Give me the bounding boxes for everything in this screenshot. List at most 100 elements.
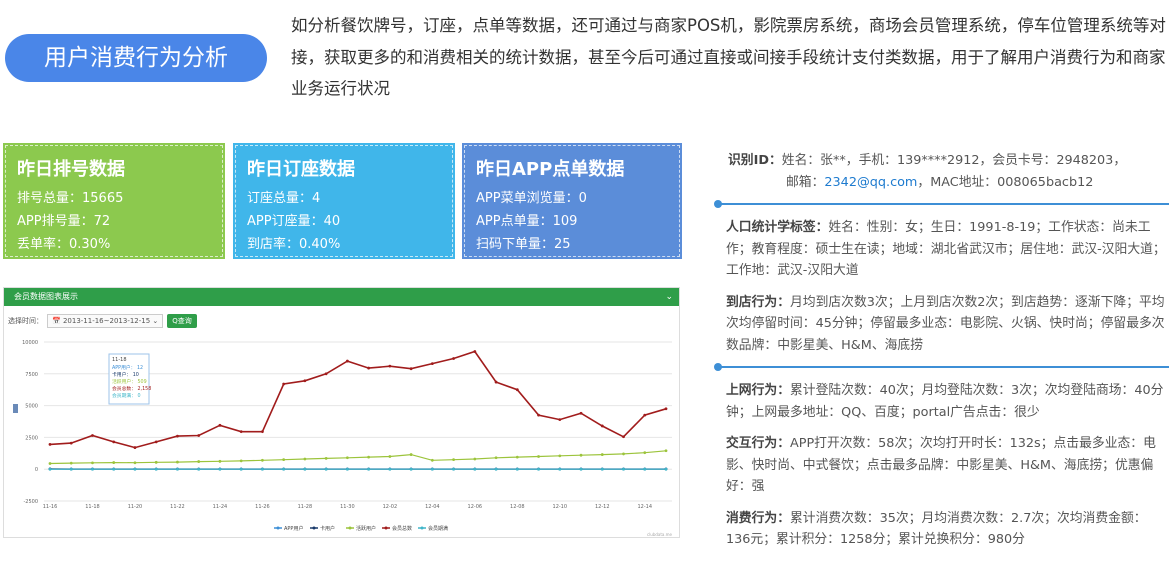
- data-point: [558, 468, 561, 471]
- data-point: [70, 462, 73, 465]
- data-point: [388, 365, 391, 368]
- tooltip-row: APP用户： 12: [112, 364, 143, 371]
- y-tick-label: -2500: [23, 499, 38, 505]
- store-visit-section: 到店行为：月均到店次数3次；上月到店次数2次；到店趋势：逐渐下降；平均次均停留时…: [726, 292, 1166, 357]
- data-point: [240, 430, 243, 433]
- data-point: [155, 468, 158, 471]
- card-title: 昨日APP点单数据: [476, 155, 668, 181]
- data-point: [495, 381, 498, 384]
- card-queue: 昨日排号数据 排号总量：15665 APP排号量：72 丢单率：0.30%: [3, 143, 225, 259]
- x-tick-label: 12-04: [425, 504, 440, 510]
- data-point: [176, 461, 179, 464]
- timeline-divider: [716, 203, 1169, 205]
- date-range-value: 2013-11-16~2013-12-15: [63, 317, 150, 325]
- data-point: [261, 468, 264, 471]
- data-point: [112, 468, 115, 471]
- data-point: [367, 468, 370, 471]
- data-point: [303, 468, 306, 471]
- data-point: [219, 468, 222, 471]
- card-line: 扫码下单量：25: [476, 233, 668, 256]
- id-section: 识别ID：姓名：张**，手机：139****2912，会员卡号：2948203，…: [726, 150, 1166, 193]
- email-link[interactable]: 2342@qq.com: [824, 175, 917, 190]
- data-point: [388, 455, 391, 458]
- data-point: [261, 459, 264, 462]
- data-point: [473, 458, 476, 461]
- section-label: 上网行为：: [726, 383, 790, 398]
- chart-panel: 会员数据图表展示 ⌄ 选择时间： 📅 2013-11-16~2013-12-15…: [3, 287, 680, 538]
- data-point: [91, 434, 94, 437]
- y-tick-label: 2500: [25, 435, 38, 441]
- watermark: clubdata.me: [647, 532, 673, 537]
- data-point: [516, 468, 519, 471]
- y-tick-label: 5000: [25, 404, 38, 410]
- data-point: [431, 459, 434, 462]
- data-point: [346, 456, 349, 459]
- user-profile: 识别ID：姓名：张**，手机：139****2912，会员卡号：2948203，…: [726, 150, 1166, 561]
- card-line: 排号总量：15665: [17, 187, 211, 210]
- x-tick-label: 11-20: [128, 504, 143, 510]
- legend-marker: [349, 527, 352, 530]
- data-point: [452, 468, 455, 471]
- data-point: [49, 443, 52, 446]
- online-section: 上网行为：累计登陆次数：40次；月均登陆次数：3次；次均登陆商场：40分钟；上网…: [726, 380, 1166, 423]
- section-label: 交互行为：: [726, 436, 790, 451]
- data-point: [537, 414, 540, 417]
- data-point: [452, 357, 455, 360]
- x-tick-label: 11-16: [43, 504, 58, 510]
- data-point: [388, 468, 391, 471]
- data-point: [452, 458, 455, 461]
- section-text: 累计登陆次数：40次；月均登陆次数：3次；次均登陆商场：40分钟；上网最多地址：…: [726, 383, 1163, 420]
- data-point: [558, 418, 561, 421]
- data-point: [70, 442, 73, 445]
- data-point: [516, 456, 519, 459]
- data-point: [261, 430, 264, 433]
- data-point: [134, 468, 137, 471]
- data-point: [622, 468, 625, 471]
- data-point: [197, 460, 200, 463]
- data-point: [410, 367, 413, 370]
- data-point: [325, 372, 328, 375]
- card-line: 到店率：0.40%: [247, 233, 441, 256]
- data-point: [410, 468, 413, 471]
- legend-label: 会员期满: [428, 525, 448, 532]
- data-point: [473, 350, 476, 353]
- data-point: [240, 468, 243, 471]
- data-point: [516, 388, 519, 391]
- data-point: [580, 454, 583, 457]
- legend-label: 卡用户: [320, 525, 335, 532]
- data-point: [303, 458, 306, 461]
- card-line: 丢单率：0.30%: [17, 233, 211, 256]
- card-reservation: 昨日订座数据 订座总量：4 APP订座量：40 到店率：0.40%: [233, 143, 455, 259]
- card-line: APP排号量：72: [17, 210, 211, 233]
- legend-marker: [385, 527, 388, 530]
- data-point: [49, 462, 52, 465]
- tooltip-row: 会员总数： 2,158: [112, 385, 151, 392]
- data-point: [282, 458, 285, 461]
- chevron-down-icon[interactable]: ⌄: [665, 288, 673, 306]
- data-point: [643, 468, 646, 471]
- data-point: [431, 362, 434, 365]
- demographics-section: 人口统计学标签：姓名：性别：女；生日：1991-8-19；工作状态：尚未工作；教…: [726, 217, 1166, 282]
- data-point: [197, 434, 200, 437]
- timeline-divider: [716, 366, 1169, 368]
- data-point: [197, 468, 200, 471]
- x-tick-label: 12-06: [468, 504, 483, 510]
- x-tick-label: 11-26: [255, 504, 270, 510]
- card-app-order: 昨日APP点单数据 APP菜单浏览量：0 APP点单量：109 扫码下单量：25: [462, 143, 682, 259]
- tooltip-row: 会员期满： 0: [112, 392, 141, 399]
- x-tick-label: 12-08: [510, 504, 525, 510]
- data-point: [176, 435, 179, 438]
- data-point: [282, 383, 285, 386]
- section-text: APP打开次数：58次；次均打开时长：132s；点击最多业态：电影、快时尚、中式…: [726, 436, 1156, 494]
- data-point: [282, 468, 285, 471]
- section-label: 消费行为：: [726, 511, 790, 526]
- line-chart: -250002500500075001000011-1611-1811-2011…: [4, 326, 679, 538]
- section-label: 到店行为：: [726, 295, 790, 310]
- data-point: [665, 468, 668, 471]
- x-tick-label: 11-30: [340, 504, 355, 510]
- x-tick-label: 12-10: [553, 504, 568, 510]
- data-point: [580, 412, 583, 415]
- x-tick-label: 12-02: [383, 504, 398, 510]
- section-text: 累计消费次数：35次；月均消费次数：2.7次；次均消费金额：136元；累计积分：…: [726, 511, 1147, 548]
- data-point: [112, 461, 115, 464]
